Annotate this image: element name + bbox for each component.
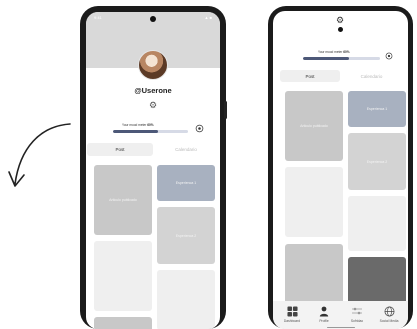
content-tabs: Post Calendario <box>280 70 403 82</box>
post-card[interactable] <box>94 241 152 311</box>
eye-icon[interactable] <box>385 52 393 60</box>
camera-punch-hole <box>150 16 156 22</box>
mood-meter-fill <box>113 130 158 133</box>
post-card[interactable]: Articulo publicado <box>94 165 152 235</box>
post-card[interactable]: Esperienca 2 <box>157 207 215 264</box>
post-card[interactable] <box>157 270 215 329</box>
status-icons: ▲ ■ <box>204 15 213 20</box>
mood-meter-bar <box>303 57 380 60</box>
mood-meter-label: Your mood meter 60% <box>318 50 350 54</box>
tab-calendario[interactable]: Calendario <box>153 143 219 156</box>
post-card[interactable] <box>348 257 406 307</box>
mood-meter-label: Your mood meter 60% <box>122 123 154 127</box>
nav-label: Sofridao <box>350 319 364 323</box>
post-card[interactable]: Esperienca 2 <box>348 133 406 190</box>
settings-gear-icon[interactable]: ⚙ <box>336 16 344 25</box>
tab-calendario[interactable]: Calendario <box>340 70 403 82</box>
post-card[interactable] <box>285 244 343 304</box>
settings-gear-icon[interactable]: ⚙ <box>149 101 157 110</box>
nav-item-profile[interactable]: Profile <box>309 304 339 323</box>
mood-meter-bar <box>113 130 188 133</box>
post-card[interactable] <box>94 317 152 329</box>
nav-item-dashboard[interactable]: Dashboard <box>277 304 307 323</box>
grid-icon <box>277 304 307 318</box>
right-phone-screen: ⚙ Your mood meter 60% Post Calendario Ar… <box>273 11 408 329</box>
person-icon <box>309 304 339 318</box>
eye-icon[interactable] <box>195 124 204 133</box>
right-phone-frame: ⚙ Your mood meter 60% Post Calendario Ar… <box>268 6 413 329</box>
canvas: 9:41 ▲ ■ @Userone ⚙ Your mood meter 60% … <box>0 0 417 329</box>
mood-meter-fill <box>303 57 350 60</box>
nav-label: Dashboard <box>283 319 301 323</box>
left-phone-frame: 9:41 ▲ ■ @Userone ⚙ Your mood meter 60% … <box>80 6 227 329</box>
nav-label: Profile <box>319 319 329 323</box>
globe-icon <box>374 304 404 318</box>
status-time: 9:41 <box>94 15 102 20</box>
post-card[interactable]: Esperienca 1 <box>157 165 215 201</box>
bottom-nav: Dashboard Profile Sofridao Social Media <box>273 301 408 329</box>
nav-item-sofridao[interactable]: Sofridao <box>342 304 372 323</box>
post-card[interactable] <box>348 196 406 251</box>
nav-item-social-media[interactable]: Social Media <box>374 304 404 323</box>
power-button <box>224 101 227 119</box>
username: @Userone <box>134 86 172 95</box>
post-card[interactable]: Articulo publicado <box>285 91 343 161</box>
left-phone-screen: 9:41 ▲ ■ @Userone ⚙ Your mood meter 60% … <box>86 12 220 329</box>
avatar[interactable] <box>138 50 168 80</box>
tab-post[interactable]: Post <box>280 70 340 82</box>
camera-punch-hole <box>338 27 343 32</box>
content-tabs: Post Calendario <box>87 143 219 156</box>
home-indicator <box>326 326 355 328</box>
tab-post[interactable]: Post <box>87 143 153 156</box>
nav-label: Social Media <box>379 319 399 323</box>
post-card[interactable]: Esperienca 1 <box>348 91 406 127</box>
post-card[interactable] <box>285 167 343 237</box>
sliders-icon <box>342 304 372 318</box>
